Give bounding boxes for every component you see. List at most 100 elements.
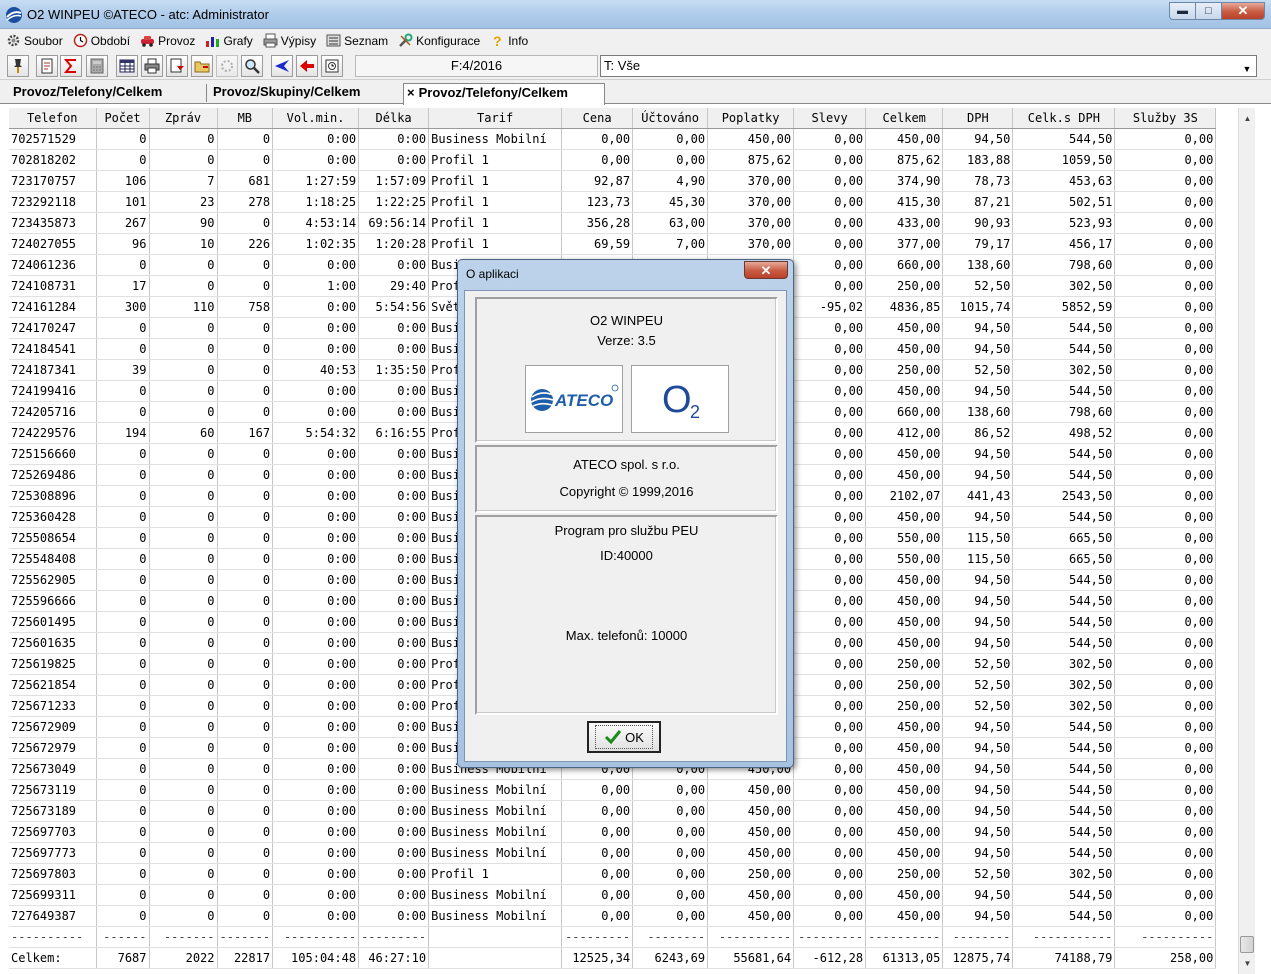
menu-obdobi[interactable]: Období: [73, 33, 130, 48]
table-row[interactable]: 723435873 267 90 0 4:53:14 69:56:14 Profil 1 35…: [9, 212, 1217, 234]
table-cell: 302,50: [1012, 695, 1116, 717]
table-cell: 0: [217, 464, 274, 486]
folder-tool-button[interactable]: [191, 55, 213, 77]
print-tool-button[interactable]: [141, 55, 163, 77]
menu-konfigurace[interactable]: Konfigurace: [398, 33, 480, 48]
search-tool-button[interactable]: [241, 55, 263, 77]
table-row[interactable]: 725697773 0 0 0 0:00 0:00 Business Mobilní 0,00…: [9, 842, 1217, 864]
column-header[interactable]: Celkem: [865, 108, 944, 129]
list-icon: [326, 34, 341, 47]
table-cell: 453,63: [1012, 170, 1116, 192]
column-header[interactable]: Délka: [358, 108, 430, 129]
column-header[interactable]: Služby 3S: [1114, 108, 1217, 129]
scroll-thumb[interactable]: [1240, 936, 1254, 953]
disabled-tool-button[interactable]: [216, 55, 238, 77]
column-header[interactable]: Cena: [561, 108, 634, 129]
menu-vypisy[interactable]: Výpisy: [263, 33, 316, 48]
table-cell: 0: [217, 506, 274, 528]
tab-provoz-telefony-celkem-2[interactable]: × Provoz/Telefony/Celkem: [403, 83, 605, 105]
print-preview-tool-button[interactable]: [166, 55, 188, 77]
column-header[interactable]: DPH: [942, 108, 1014, 129]
column-header[interactable]: Tarif: [428, 108, 563, 129]
column-header[interactable]: Zpráv: [149, 108, 218, 129]
column-header[interactable]: Slevy: [793, 108, 867, 129]
previous-tool-button[interactable]: [296, 55, 318, 77]
menu-seznam[interactable]: Seznam: [326, 33, 388, 48]
table-cell: 725601495: [9, 611, 97, 633]
column-header[interactable]: Poplatky: [707, 108, 795, 129]
pin-tool-button[interactable]: [7, 55, 29, 77]
column-header[interactable]: Celk.s DPH: [1012, 108, 1116, 129]
table-cell: 0,00: [1114, 905, 1217, 927]
table-row[interactable]: 725673189 0 0 0 0:00 0:00 Business Mobilní 0,00…: [9, 800, 1217, 822]
column-header[interactable]: Účtováno: [632, 108, 709, 129]
type-filter-select[interactable]: T: Vše ▼: [600, 55, 1257, 77]
tab-provoz-skupiny-celkem[interactable]: Provoz/Skupiny/Celkem: [213, 83, 403, 104]
table-cell: 544,50: [1012, 443, 1116, 465]
table-row[interactable]: 725697703 0 0 0 0:00 0:00 Business Mobilní 0,00…: [9, 821, 1217, 843]
back-tool-button[interactable]: [271, 55, 293, 77]
scroll-down-icon[interactable]: ▼: [1239, 955, 1256, 972]
menu-soubor[interactable]: Soubor: [6, 33, 63, 48]
separator-row[interactable]: ---------- ------ ------- ------- ----------…: [9, 926, 1217, 948]
table-cell: 0:00: [358, 443, 430, 465]
menu-info[interactable]: ? Info: [490, 33, 528, 48]
dialog-close-button[interactable]: ✕: [744, 261, 788, 279]
max-phones: Max. telefonů: 10000: [565, 628, 688, 643]
table-cell: 450,00: [707, 800, 795, 822]
table-cell: 544,50: [1012, 779, 1116, 801]
calculator-tool-button[interactable]: [86, 55, 108, 77]
minimize-button[interactable]: ▬: [1169, 2, 1195, 20]
table-cell: 0:00: [272, 317, 360, 339]
table-row[interactable]: 702818202 0 0 0 0:00 0:00 Profil 1 0,00 0,00 875,…: [9, 149, 1217, 171]
close-tab-icon[interactable]: ×: [407, 85, 415, 100]
total-row[interactable]: Celkem: 7687 2022 22817 105:04:48 46:27:10 125…: [9, 946, 1217, 969]
calendar-tool-button[interactable]: [321, 55, 343, 77]
table-cell: 87,21: [942, 191, 1014, 213]
table-row[interactable]: 723170757 106 7 681 1:27:59 1:57:09 Profil 1 92…: [9, 170, 1217, 192]
table-cell: 0,00: [1114, 443, 1217, 465]
ateco-logo-icon: ATECO: [530, 384, 619, 411]
table-cell: 0:00: [272, 590, 360, 612]
maximize-button[interactable]: □: [1195, 2, 1221, 20]
export-tool-button[interactable]: [36, 55, 58, 77]
menu-grafy[interactable]: Grafy: [205, 33, 253, 48]
table-cell: 0: [149, 128, 218, 150]
table-cell: 724170247: [9, 317, 97, 339]
table-cell: 0,00: [793, 128, 867, 150]
table-tool-button[interactable]: [116, 55, 138, 77]
sum-tool-button[interactable]: [60, 55, 82, 77]
column-header[interactable]: Telefon: [9, 108, 97, 129]
table-cell: 0,00: [793, 464, 867, 486]
table-row[interactable]: 725697803 0 0 0 0:00 0:00 Profil 1 0,00 0,00 250,…: [9, 863, 1217, 885]
table-row[interactable]: 723292118 101 23 278 1:18:25 1:22:25 Profil 11…: [9, 191, 1217, 213]
table-cell: 0:00: [358, 149, 430, 171]
scroll-up-icon[interactable]: ▲: [1239, 110, 1256, 127]
table-row[interactable]: 725673119 0 0 0 0:00 0:00 Business Mobilní 0,00…: [9, 779, 1217, 801]
table-cell: 0,00: [561, 884, 634, 906]
ok-button[interactable]: OK: [587, 721, 661, 753]
check-icon: [605, 730, 622, 745]
table-row[interactable]: 702571529 0 0 0 0:00 0:00 Business Mobilní 0,00…: [9, 128, 1217, 150]
column-header[interactable]: Počet: [96, 108, 150, 129]
table-cell: 0: [217, 842, 274, 864]
menu-provoz[interactable]: Provoz: [140, 33, 195, 48]
table-cell: 0:00: [272, 674, 360, 696]
table-cell: 0,00: [1114, 632, 1217, 654]
table-cell: 0:00: [272, 653, 360, 675]
table-row[interactable]: 725699311 0 0 0 0:00 0:00 Business Mobilní 0,00…: [9, 884, 1217, 906]
table-row[interactable]: 727649387 0 0 0 0:00 0:00 Business Mobilní 0,00…: [9, 905, 1217, 927]
tab-provoz-telefony-celkem-1[interactable]: Provoz/Telefony/Celkem: [13, 83, 203, 104]
close-window-button[interactable]: ✕: [1221, 2, 1265, 20]
table-row[interactable]: 724027055 96 10 226 1:02:35 1:20:28 Profil 1 69…: [9, 233, 1217, 255]
table-cell: 544,50: [1012, 569, 1116, 591]
chevron-down-icon[interactable]: ▼: [1240, 59, 1254, 74]
table-cell: 0:00: [272, 863, 360, 885]
table-cell: 0,00: [793, 590, 867, 612]
column-header[interactable]: Vol.min.: [272, 108, 360, 129]
vertical-scrollbar[interactable]: ▲ ▼: [1238, 108, 1255, 974]
table-cell: 278: [217, 191, 274, 213]
table-cell: 0: [96, 443, 150, 465]
column-header[interactable]: MB: [217, 108, 274, 129]
table-cell: 106: [96, 170, 150, 192]
